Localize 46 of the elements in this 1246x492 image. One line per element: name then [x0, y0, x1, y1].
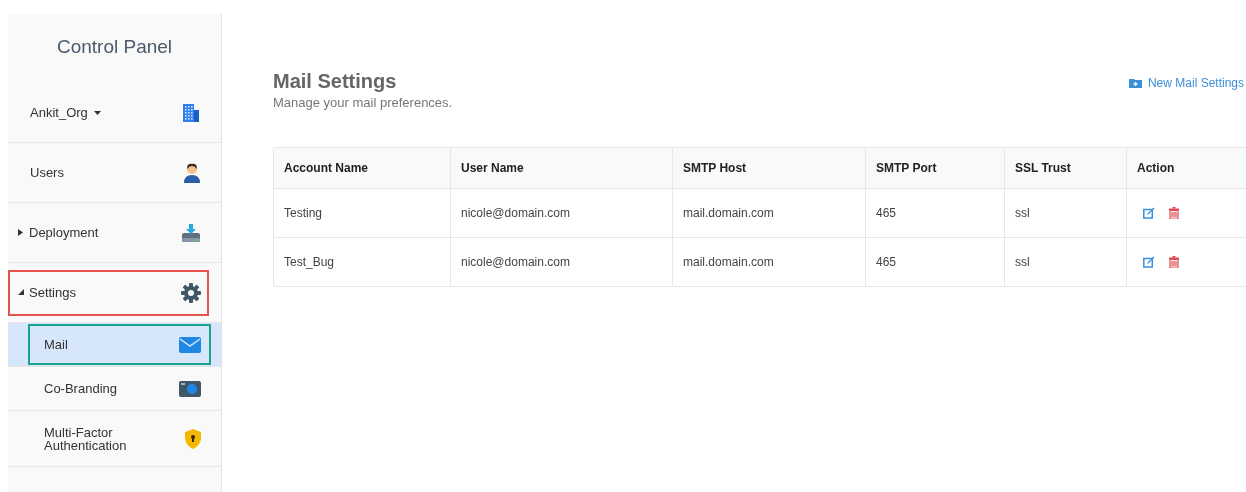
item-label: Mail: [44, 338, 68, 351]
column-header: SSL Trust: [1004, 148, 1126, 188]
column-header: User Name: [450, 148, 672, 188]
sidebar-item[interactable]: Deployment: [8, 203, 221, 263]
column-header: Account Name: [283, 160, 370, 177]
table-cell: ssl: [1004, 189, 1126, 237]
item-label: Deployment: [29, 225, 99, 240]
item-label: Users: [30, 165, 64, 180]
camera-icon: [179, 380, 201, 397]
building-icon: [181, 102, 201, 123]
edit-icon[interactable]: [1143, 207, 1155, 219]
sidebar-item[interactable]: Users: [8, 143, 221, 203]
trash-icon[interactable]: [1169, 256, 1179, 268]
settings-icon: [181, 282, 201, 303]
item-label: Co-Branding: [44, 382, 117, 395]
edit-icon[interactable]: [1143, 256, 1155, 268]
sidebar-item[interactable]: Mail: [8, 323, 221, 367]
sidebar-item[interactable]: Ankit_Org: [8, 83, 221, 143]
item-label: Ankit_Org: [30, 105, 88, 120]
item-label: Multi-Factor Authentication: [44, 425, 128, 452]
table-cell: 465: [865, 238, 1004, 286]
table-cell-text: Test_Bug: [283, 254, 336, 271]
table-cell-text: Testing: [283, 205, 324, 222]
shield-lock-icon: [185, 428, 201, 449]
table-cell: 465: [865, 189, 1004, 237]
person-icon: [183, 162, 201, 183]
column-header: SMTP Host: [672, 148, 865, 188]
table-cell: mail.domain.com: [672, 238, 865, 286]
table-cell: ssl: [1004, 238, 1126, 286]
new-mail-settings-button[interactable]: New Mail Settings: [1128, 76, 1246, 90]
page-title: Mail Settings: [273, 70, 398, 93]
page-subtitle: Manage your mail preferences.: [273, 95, 453, 110]
table-cell: mail.domain.com: [672, 189, 865, 237]
folder-plus-icon: [1128, 78, 1142, 88]
sidebar-item[interactable]: Co-Branding: [8, 367, 221, 411]
panel-title: Control Panel: [55, 36, 174, 58]
item-label: Settings: [29, 285, 76, 300]
column-header: SMTP Port: [865, 148, 1004, 188]
trash-icon[interactable]: [1169, 207, 1179, 219]
sidebar-item[interactable]: Multi-Factor Authentication: [8, 411, 221, 467]
column-header: Action: [1126, 148, 1246, 188]
table-cell: nicole@domain.com: [450, 189, 672, 237]
caret-icon: [93, 110, 101, 115]
download-drive-icon: [181, 222, 201, 243]
table-cell: nicole@domain.com: [450, 238, 672, 286]
envelope-icon: [179, 336, 201, 353]
